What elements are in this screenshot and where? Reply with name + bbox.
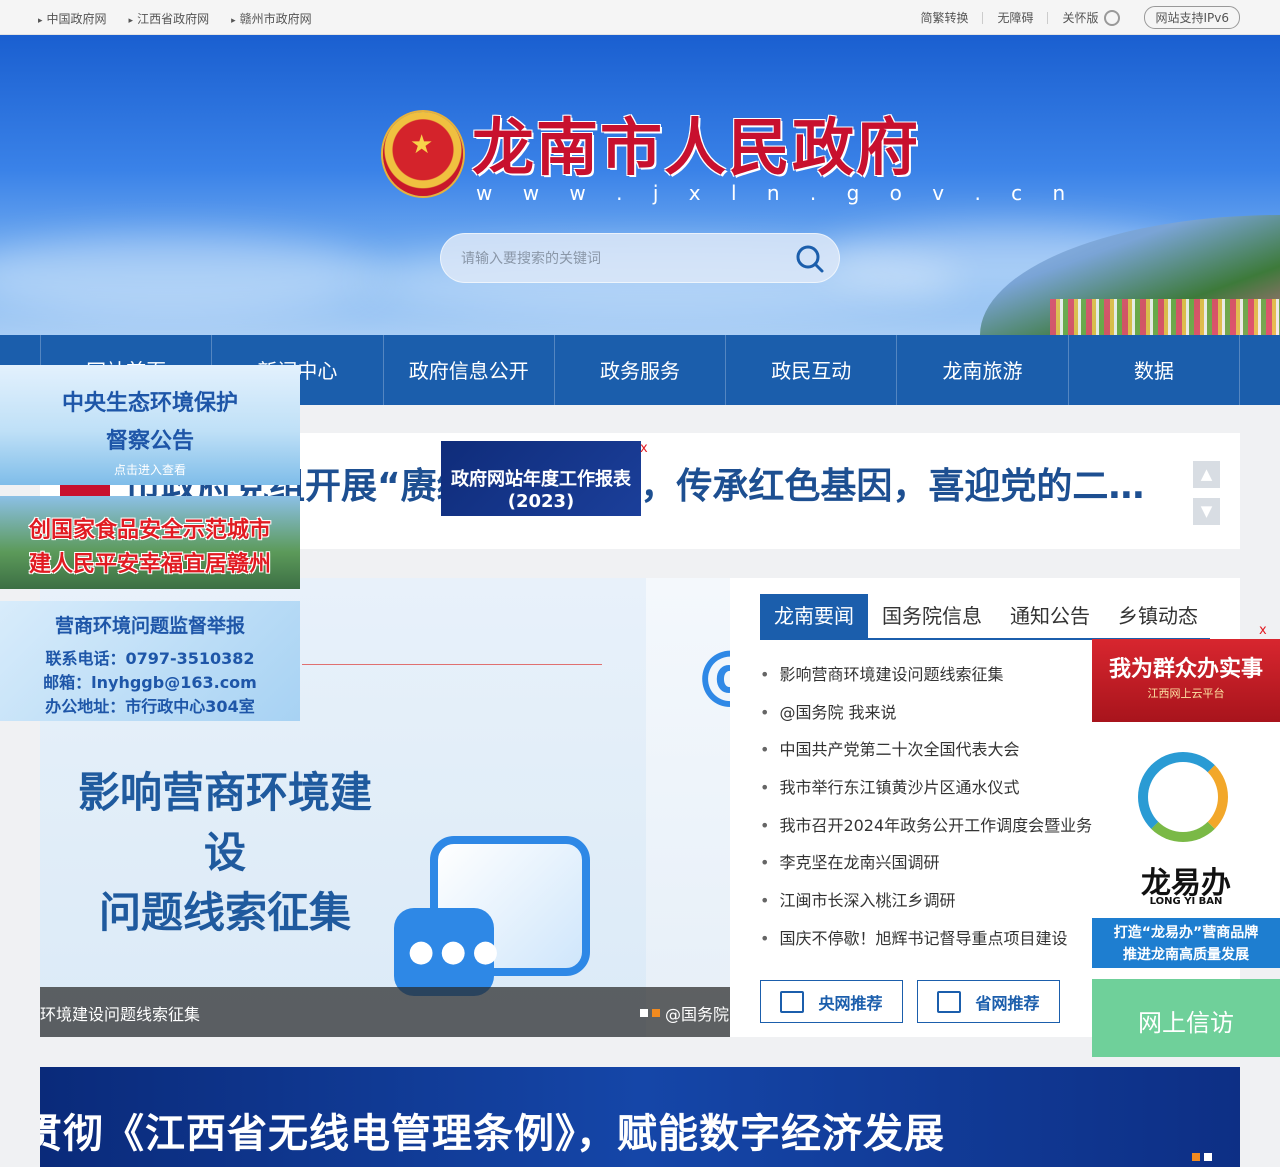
ad-text: 联系电话：0797-3510382 bbox=[45, 649, 255, 668]
bottom-banner-text: 贯彻《江西省无线电管理条例》，赋能数字经济发展 bbox=[40, 1111, 945, 1157]
news-item[interactable]: 影响营商环境建设问题线索征集 bbox=[760, 656, 1130, 694]
float-ad-food-safety[interactable]: 创国家食品安全示范城市 建人民平安幸福宜居赣州 bbox=[0, 496, 300, 589]
chat-dots-icon: ●●● bbox=[394, 908, 499, 996]
popup-text: 政府网站年度工作报表(2023) bbox=[451, 469, 631, 512]
ad-text: 我为群众办实事 bbox=[1108, 657, 1263, 682]
bottom-banner[interactable]: 贯彻《江西省无线电管理条例》，赋能数字经济发展 bbox=[40, 1067, 1240, 1167]
wheelchair-icon[interactable] bbox=[1104, 9, 1121, 26]
link-china-gov[interactable]: 中国政府网 bbox=[38, 10, 107, 27]
top-right-tools: 简繁转换 无障碍 关怀版 网站支持IPv6 bbox=[920, 6, 1240, 29]
tab-longnan-news[interactable]: 龙南要闻 bbox=[760, 594, 868, 638]
province-recommend-button[interactable]: 省网推荐 bbox=[917, 980, 1060, 1023]
slide-caption-bar: 环境建设问题线索征集 @国务院 bbox=[40, 987, 730, 1037]
slide-title: 影响营商环境建设 问题线索征集 bbox=[60, 763, 390, 943]
site-title[interactable]: 龙南市人民政府 bbox=[472, 112, 920, 184]
slide-caption-next[interactable]: @国务院 bbox=[665, 1001, 729, 1025]
tab-state-council[interactable]: 国务院信息 bbox=[868, 594, 996, 638]
news-item[interactable]: 国庆不停歇！旭辉书记督导重点项目建设 bbox=[760, 920, 1130, 958]
search-input[interactable] bbox=[461, 248, 781, 270]
at-icon: @ bbox=[698, 638, 730, 712]
ad-text: LONG YI BAN bbox=[1149, 896, 1223, 907]
recommend-buttons: 央网推荐 省网推荐 bbox=[760, 980, 1060, 1023]
nav-item-data[interactable]: 数据 bbox=[1067, 335, 1240, 405]
headline-down-button[interactable]: ▼ bbox=[1193, 498, 1220, 525]
nav-item-tourism[interactable]: 龙南旅游 bbox=[896, 335, 1067, 405]
accessible-link[interactable]: 无障碍 bbox=[997, 9, 1033, 26]
ipv6-badge: 网站支持IPv6 bbox=[1144, 6, 1240, 29]
ad-text: 点击进入查看 bbox=[113, 463, 186, 477]
longyiban-logo-icon bbox=[1138, 752, 1228, 842]
online-petition-button[interactable]: 网上信访 bbox=[1092, 979, 1280, 1057]
ad-text: 中央生态环境保护 bbox=[61, 391, 238, 416]
news-item[interactable]: 我市召开2024年政务公开工作调度会暨业务培训会 bbox=[760, 807, 1130, 845]
document-icon bbox=[937, 990, 962, 1013]
search-box bbox=[440, 233, 840, 283]
float-ad-longyiban[interactable]: 龙易办 LONG YI BAN 打造“龙易办”营商品牌 推进龙南高质量发展 bbox=[1092, 722, 1280, 968]
slide-dots bbox=[640, 1009, 660, 1017]
ad-text: 营商环境问题监督举报 bbox=[54, 615, 245, 637]
float-ad-eco-inspection[interactable]: 中央生态环境保护 督察公告 点击进入查看 bbox=[0, 365, 300, 485]
ad-text: 建人民平安幸福宜居赣州 bbox=[28, 552, 271, 577]
search-icon[interactable] bbox=[795, 244, 825, 274]
news-item[interactable]: 我市举行东江镇黄沙片区通水仪式 bbox=[760, 769, 1130, 807]
top-links: 中国政府网 江西省政府网 赣州市政府网 bbox=[38, 10, 312, 27]
news-tabs: 龙南要闻 国务院信息 通知公告 乡镇动态 bbox=[760, 594, 1212, 638]
divider bbox=[982, 11, 984, 24]
header-banner: 龙南市人民政府 w w w . j x l n . g o v . c n bbox=[0, 35, 1280, 335]
ad-text: 打造“龙易办”营商品牌 bbox=[1113, 925, 1259, 941]
slide-caption[interactable]: 环境建设问题线索征集 bbox=[40, 1001, 200, 1025]
cloud-decoration bbox=[0, 235, 380, 315]
care-link[interactable]: 关怀版 bbox=[1062, 9, 1098, 26]
page: 中国政府网 江西省政府网 赣州市政府网 简繁转换 无障碍 关怀版 网站支持IPv… bbox=[0, 0, 1280, 1167]
slide-title-line2: 问题线索征集 bbox=[98, 888, 351, 937]
popup-close-icon[interactable]: x bbox=[640, 441, 648, 456]
ad-text: 督察公告 bbox=[105, 429, 194, 454]
ad-text: 邮箱：lnyhggb@163.com bbox=[43, 673, 257, 692]
news-item[interactable]: @国务院 我来说 bbox=[760, 694, 1130, 732]
banner-dot[interactable] bbox=[1204, 1153, 1212, 1161]
nav-item-info-open[interactable]: 政府信息公开 bbox=[382, 335, 554, 405]
popup-annual-report[interactable]: 政府网站年度工作报表(2023) bbox=[441, 441, 641, 516]
central-recommend-label: 央网推荐 bbox=[818, 993, 883, 1013]
nav-item-services[interactable]: 政务服务 bbox=[553, 335, 725, 405]
link-jiangxi-gov[interactable]: 江西省政府网 bbox=[129, 10, 209, 27]
petition-label: 网上信访 bbox=[1138, 1009, 1234, 1037]
slide-dot-active[interactable] bbox=[652, 1009, 660, 1017]
ad-text: 办公地址：市行政中心304室 bbox=[45, 697, 255, 716]
tab-notices[interactable]: 通知公告 bbox=[996, 594, 1104, 638]
divider bbox=[1047, 11, 1049, 24]
headline-up-button[interactable]: ▲ bbox=[1193, 461, 1220, 488]
slide-divider bbox=[302, 664, 602, 665]
slide-title-line1: 影响营商环境建设 bbox=[77, 768, 372, 877]
central-recommend-button[interactable]: 央网推荐 bbox=[760, 980, 903, 1023]
slide-next[interactable]: @ bbox=[646, 578, 730, 1037]
ad-text: 创国家食品安全示范城市 bbox=[28, 518, 271, 543]
float-close-icon[interactable]: x bbox=[1259, 623, 1267, 638]
flowers-decoration bbox=[1050, 299, 1280, 335]
site-url: w w w . j x l n . g o v . c n bbox=[476, 181, 1078, 205]
ad-text: 江西网上云平台 bbox=[1147, 687, 1225, 700]
convert-link[interactable]: 简繁转换 bbox=[920, 9, 968, 26]
banner-dot-active[interactable] bbox=[1192, 1153, 1200, 1161]
tab-township[interactable]: 乡镇动态 bbox=[1104, 594, 1212, 638]
image-icon bbox=[780, 990, 805, 1013]
nav-item-interaction[interactable]: 政民互动 bbox=[725, 335, 896, 405]
float-ad-do-practical[interactable]: 我为群众办实事 江西网上云平台 bbox=[1092, 639, 1280, 722]
news-list: 影响营商环境建设问题线索征集 @国务院 我来说 中国共产党第二十次全国代表大会 … bbox=[760, 656, 1130, 958]
top-bar: 中国政府网 江西省政府网 赣州市政府网 简繁转换 无障碍 关怀版 网站支持IPv… bbox=[0, 0, 1280, 35]
national-emblem-icon bbox=[383, 112, 463, 196]
news-item[interactable]: 李克坚在龙南兴国调研 bbox=[760, 844, 1130, 882]
province-recommend-label: 省网推荐 bbox=[975, 993, 1040, 1013]
news-item[interactable]: 江闽市长深入桃江乡调研 bbox=[760, 882, 1130, 920]
banner-dots bbox=[1192, 1153, 1212, 1161]
slide-dot[interactable] bbox=[640, 1009, 648, 1017]
news-item[interactable]: 中国共产党第二十次全国代表大会 bbox=[760, 731, 1130, 769]
float-ad-business-report[interactable]: 营商环境问题监督举报 联系电话：0797-3510382 邮箱：lnyhggb@… bbox=[0, 601, 300, 721]
link-ganzhou-gov[interactable]: 赣州市政府网 bbox=[231, 10, 312, 27]
ad-text: 推进龙南高质量发展 bbox=[1123, 947, 1249, 963]
